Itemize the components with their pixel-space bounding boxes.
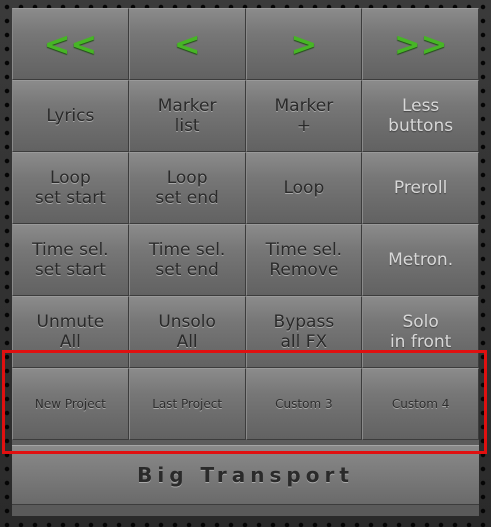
preroll-button[interactable]: Preroll: [362, 152, 479, 224]
loop-set-start-button[interactable]: Loop set start: [12, 152, 129, 224]
less-buttons-button[interactable]: Less buttons: [362, 80, 479, 152]
loop-set-end-button[interactable]: Loop set end: [128, 152, 246, 224]
next-button[interactable]: >: [245, 8, 363, 80]
highlight-box: [2, 350, 487, 454]
loop-button[interactable]: Loop: [245, 152, 363, 224]
previous-button[interactable]: <: [128, 8, 246, 80]
time-sel-set-start-button[interactable]: Time sel. set start: [12, 224, 129, 296]
time-sel-set-end-button[interactable]: Time sel. set end: [128, 224, 246, 296]
marker-add-button[interactable]: Marker +: [245, 80, 363, 152]
lyrics-button[interactable]: Lyrics: [12, 80, 129, 152]
metronome-button[interactable]: Metron.: [362, 224, 479, 296]
rewind-to-start-button[interactable]: <<: [12, 8, 129, 80]
time-sel-remove-button[interactable]: Time sel. Remove: [245, 224, 363, 296]
big-transport-button[interactable]: Big Transport: [12, 445, 479, 505]
marker-list-button[interactable]: Marker list: [128, 80, 246, 152]
forward-to-end-button[interactable]: >>: [362, 8, 479, 80]
